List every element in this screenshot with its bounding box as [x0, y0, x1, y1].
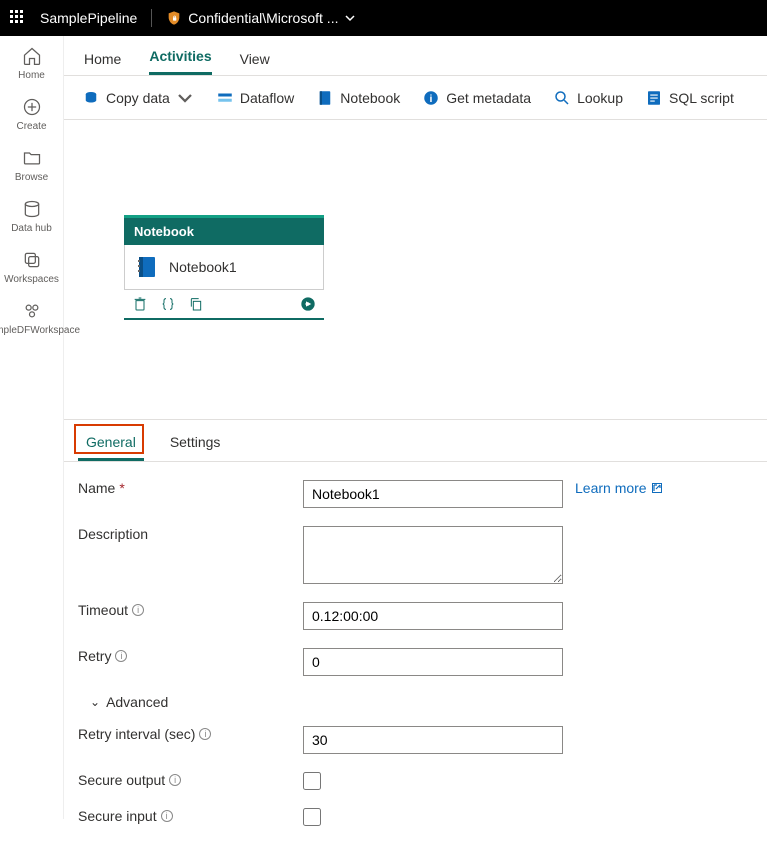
timeout-input[interactable]: [303, 602, 563, 630]
notebook-icon: [316, 89, 334, 107]
info-icon[interactable]: i: [199, 728, 211, 740]
label-timeout: Timeout i: [78, 602, 303, 618]
ribbon-copy-data[interactable]: Copy data: [82, 89, 194, 107]
pipeline-title: SamplePipeline: [40, 10, 137, 26]
nav-sample-workspace[interactable]: SampleDFWorkspace: [0, 301, 64, 336]
activity-name: Notebook1: [169, 259, 237, 275]
activity-footer: [124, 290, 324, 320]
divider: [151, 9, 152, 27]
activity-header: Notebook: [124, 215, 324, 245]
secure-output-checkbox[interactable]: [303, 772, 321, 790]
name-input[interactable]: [303, 480, 563, 508]
label-retry: Retry i: [78, 648, 303, 664]
copy-icon[interactable]: [188, 296, 204, 312]
info-icon[interactable]: i: [132, 604, 144, 616]
nav-workspaces[interactable]: Workspaces: [0, 250, 64, 285]
info-icon[interactable]: i: [161, 810, 173, 822]
label-name: Name *: [78, 480, 303, 496]
secure-input-checkbox[interactable]: [303, 808, 321, 826]
activity-body: Notebook1: [124, 245, 324, 290]
advanced-toggle[interactable]: ⌄ Advanced: [90, 694, 753, 710]
titlebar: SamplePipeline Confidential\Microsoft ..…: [0, 0, 767, 36]
pipeline-canvas[interactable]: Notebook Notebook1 ✓ ✕ →: [64, 120, 767, 420]
nav-home[interactable]: Home: [0, 46, 64, 81]
external-link-icon: [651, 482, 663, 494]
prop-tab-settings[interactable]: Settings: [162, 430, 229, 461]
workspace-item-icon: [22, 301, 42, 321]
prop-tab-general[interactable]: General: [78, 430, 144, 461]
delete-icon[interactable]: [132, 296, 148, 312]
page-tabs: Home Activities View: [64, 36, 767, 76]
info-icon[interactable]: i: [169, 774, 181, 786]
nav-browse[interactable]: Browse: [0, 148, 64, 183]
shield-icon: [166, 10, 182, 26]
plus-circle-icon: [22, 97, 42, 117]
label-description: Description: [78, 526, 303, 542]
info-icon[interactable]: i: [115, 650, 127, 662]
app-launcher-icon[interactable]: [10, 10, 26, 26]
nav-datahub[interactable]: Data hub: [0, 199, 64, 234]
ribbon-notebook[interactable]: Notebook: [316, 89, 400, 107]
label-secure-output: Secure output i: [78, 772, 303, 788]
run-icon[interactable]: [300, 296, 316, 312]
left-nav-rail: Home Create Browse Data hub Workspaces S…: [0, 36, 64, 819]
braces-icon[interactable]: [160, 296, 176, 312]
retry-interval-input[interactable]: [303, 726, 563, 754]
home-icon: [22, 46, 42, 66]
folder-icon: [22, 148, 42, 168]
ribbon-dataflow[interactable]: Dataflow: [216, 89, 294, 107]
notebook-icon: [135, 255, 159, 279]
ribbon-sql-script[interactable]: SQL script: [645, 89, 734, 107]
chevron-down-icon: ⌄: [90, 695, 100, 709]
retry-input[interactable]: [303, 648, 563, 676]
label-secure-input: Secure input i: [78, 808, 303, 824]
dataflow-icon: [216, 89, 234, 107]
workspaces-icon: [22, 250, 42, 270]
ribbon-get-metadata[interactable]: i Get metadata: [422, 89, 531, 107]
nav-create[interactable]: Create: [0, 97, 64, 132]
label-retry-interval: Retry interval (sec) i: [78, 726, 303, 742]
search-icon: [553, 89, 571, 107]
activity-notebook1[interactable]: Notebook Notebook1: [124, 215, 324, 320]
database-icon: [22, 199, 42, 219]
info-icon: i: [422, 89, 440, 107]
activities-ribbon: Copy data Dataflow Notebook i Get metada…: [64, 76, 767, 120]
description-input[interactable]: [303, 526, 563, 584]
tab-view[interactable]: View: [240, 51, 270, 75]
main-area: Home Activities View Copy data Dataflow …: [64, 36, 767, 819]
tab-home[interactable]: Home: [84, 51, 121, 75]
svg-text:i: i: [430, 92, 433, 104]
chevron-down-icon: [344, 12, 356, 24]
learn-more-link[interactable]: Learn more: [575, 480, 663, 496]
ribbon-lookup[interactable]: Lookup: [553, 89, 623, 107]
tab-activities[interactable]: Activities: [149, 48, 211, 75]
sql-icon: [645, 89, 663, 107]
general-properties-form: Name * Learn more Description Timeout i …: [64, 462, 767, 862]
property-tabs: General Settings: [64, 420, 767, 462]
copy-data-icon: [82, 89, 100, 107]
sensitivity-label: Confidential\Microsoft ...: [188, 10, 338, 26]
sensitivity-selector[interactable]: Confidential\Microsoft ...: [166, 10, 356, 26]
chevron-down-icon: [176, 89, 194, 107]
